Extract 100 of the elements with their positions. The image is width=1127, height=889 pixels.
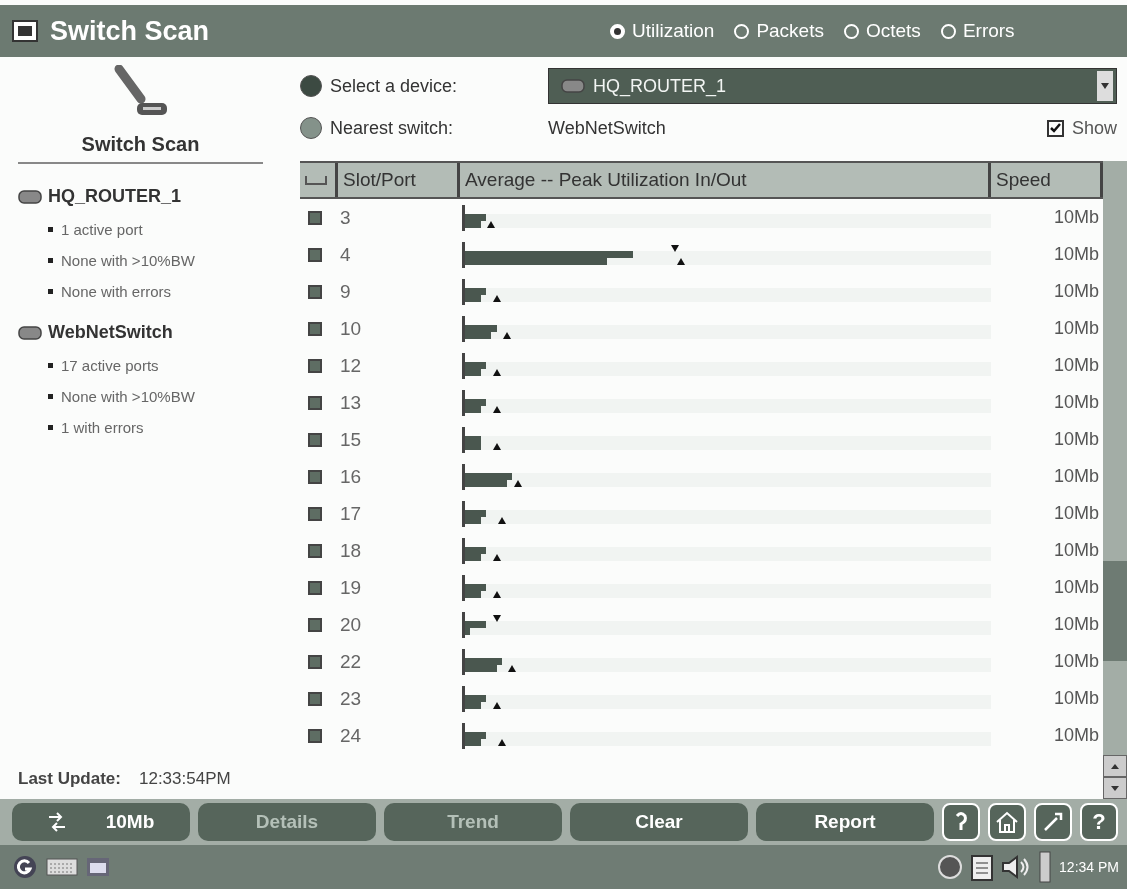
scroll-down-button[interactable] (1103, 777, 1127, 799)
speed-cell-text: 10Mb (1053, 614, 1100, 635)
view-radio[interactable]: Octets (843, 20, 921, 42)
port-icon (308, 469, 322, 484)
port-icon (308, 654, 322, 669)
speed-cell-text: 10Mb (1053, 244, 1100, 265)
up-arrow-icon (1111, 763, 1119, 769)
radio-dot[interactable] (734, 23, 750, 39)
port-cell-text: 10 (339, 317, 362, 340)
port-icon (308, 580, 322, 595)
port-cell-text: 23 (339, 687, 362, 710)
port-icon (308, 691, 322, 706)
speed-cell-text: 10Mb (1053, 466, 1100, 487)
clipboard-icon (971, 853, 994, 881)
radio-dot[interactable] (843, 23, 859, 39)
port-cell-text: 19 (339, 576, 362, 599)
port-icon (308, 395, 322, 410)
port-icon (308, 358, 322, 373)
device-fact: None with errors (61, 283, 172, 300)
speed-cell-text: 10Mb (1053, 318, 1100, 339)
arrows-icon (47, 812, 66, 832)
port-cell-text: 3 (339, 206, 351, 229)
scrollbar[interactable] (1103, 161, 1127, 799)
device-name[interactable]: WebNetSwitch (48, 322, 173, 343)
port-cell-text: 13 (339, 391, 362, 414)
port-icon (308, 432, 322, 447)
start-icon (12, 854, 38, 880)
bullet-icon (48, 289, 53, 294)
bullet-icon (48, 394, 53, 399)
device-name[interactable]: HQ_ROUTER_1 (48, 186, 182, 207)
home-button[interactable] (988, 803, 1026, 841)
sidebar-title: Switch Scan (81, 133, 200, 156)
bullet-icon (48, 258, 53, 263)
port-icon (308, 617, 322, 632)
bullet-icon (48, 227, 53, 232)
radio-dot[interactable] (940, 23, 956, 39)
caret-icon (1101, 83, 1109, 89)
port-icon (308, 210, 322, 225)
view-radio[interactable]: Packets (734, 20, 824, 42)
device-fact: 17 active ports (61, 357, 159, 374)
device-fact: None with >10%BW (61, 252, 195, 269)
check-icon (1049, 123, 1061, 133)
battery-icon (1039, 851, 1052, 883)
port-cell-text: 9 (339, 280, 351, 303)
column-header[interactable]: Average -- Peak Utilization In/Out (460, 163, 991, 197)
speed-cell-text: 10Mb (1053, 392, 1100, 413)
down-arrow-icon (1111, 785, 1119, 791)
port-cell-text: 17 (339, 502, 362, 525)
device-fact: 1 with errors (61, 419, 144, 436)
port-cell-text: 24 (339, 724, 362, 747)
window-title: Switch Scan (50, 15, 211, 47)
toolbar-button[interactable]: 10Mb (12, 803, 190, 841)
router-icon (18, 189, 42, 204)
scrollbar-thumb[interactable] (1103, 561, 1127, 661)
field-label: Nearest switch: (330, 117, 455, 139)
port-cell-text: 16 (339, 465, 362, 488)
window-icon (86, 857, 110, 877)
toolbar-button[interactable]: Report (756, 803, 934, 841)
home-icon (995, 811, 1019, 833)
keyboard-icon (46, 857, 78, 877)
radio-dot[interactable] (610, 23, 625, 39)
port-cell-text: 15 (339, 428, 362, 451)
speed-cell-text: 10Mb (1053, 725, 1100, 746)
clock: 12:34 PM (1059, 859, 1120, 875)
show-checkbox[interactable]: Show (1046, 117, 1117, 139)
speed-cell-text: 10Mb (1053, 651, 1100, 672)
port-icon (308, 543, 322, 558)
speed-cell-text: 10Mb (1053, 577, 1100, 598)
view-radio[interactable]: Errors (940, 20, 1015, 42)
view-radio[interactable]: Utilization (610, 20, 715, 42)
bullet-icon (48, 363, 53, 368)
field-label: Select a device: (330, 75, 459, 97)
speed-cell-text: 10Mb (1053, 503, 1100, 524)
port-icon (308, 728, 322, 743)
device-fact: 1 active port (61, 221, 143, 238)
speed-cell-text: 10Mb (1053, 688, 1100, 709)
device-fact: None with >10%BW (61, 388, 195, 405)
port-cell-text: 18 (339, 539, 362, 562)
device-dropdown[interactable]: HQ_ROUTER_1 (548, 68, 1117, 104)
speed-cell-text: 10Mb (1053, 355, 1100, 376)
column-header[interactable]: Slot/Port (338, 163, 460, 197)
last-update-time: 12:33:54PM (138, 769, 231, 789)
tools-button[interactable] (1034, 803, 1072, 841)
port-icon (308, 506, 322, 521)
last-update-label: Last Update: (18, 769, 121, 789)
bullet-icon (48, 425, 53, 430)
speed-cell-text: 10Mb (1053, 281, 1100, 302)
window-icon (12, 20, 38, 42)
port-cell-text: 22 (339, 650, 362, 673)
speed-cell-text: 10Mb (1053, 207, 1100, 228)
help-button[interactable]: ? (1080, 803, 1118, 841)
port-cell-text: 20 (339, 613, 362, 636)
router-icon (561, 79, 585, 93)
speed-cell-text: 10Mb (1053, 540, 1100, 561)
toolbar-button[interactable]: Clear (570, 803, 748, 841)
speed-cell-text: 10Mb (1053, 429, 1100, 450)
port-cell-text: 4 (339, 243, 351, 266)
scroll-up-button[interactable] (1103, 755, 1127, 777)
port-icon (308, 247, 322, 262)
port-cell-text: 12 (339, 354, 362, 377)
